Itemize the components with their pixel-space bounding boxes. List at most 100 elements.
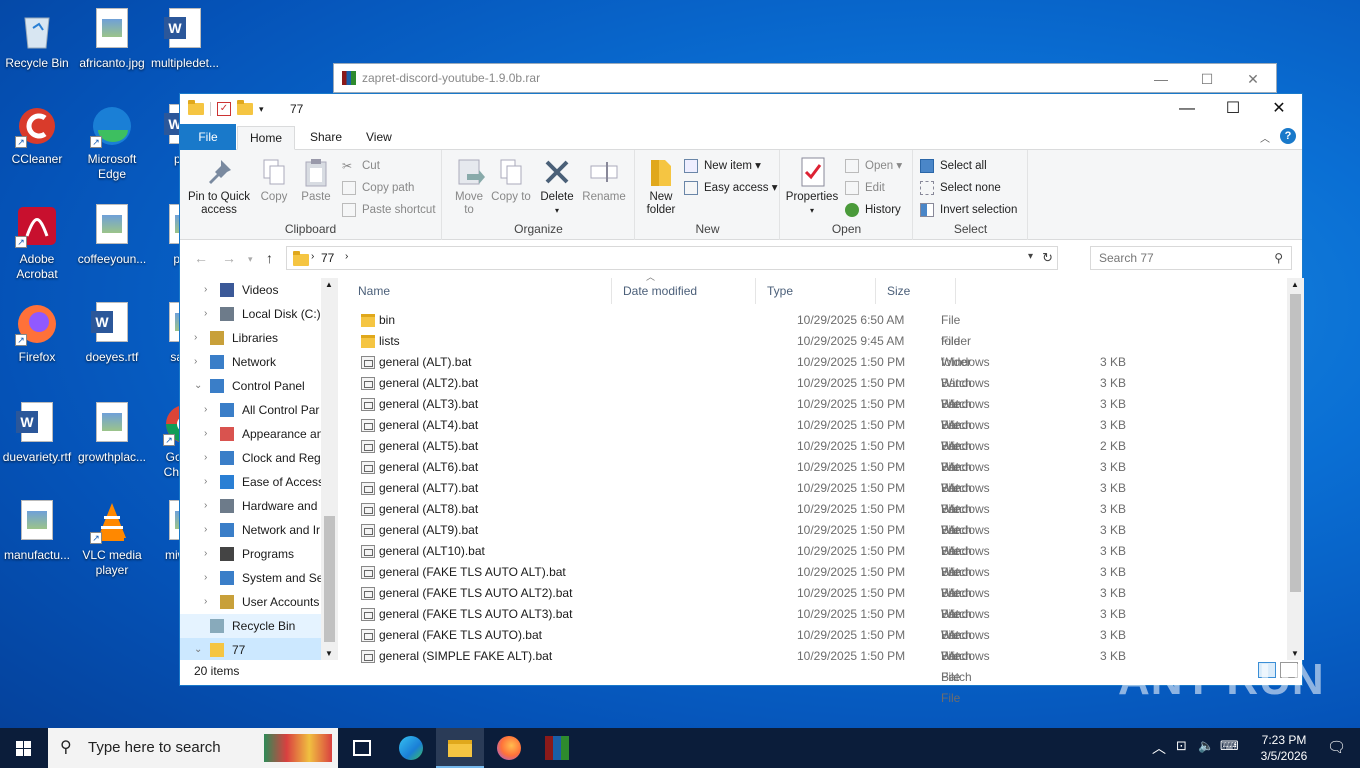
tab-file[interactable]: File — [180, 124, 236, 150]
nav-item[interactable]: › Network and Ir — [180, 518, 338, 542]
chevron-right-icon[interactable]: › — [204, 470, 207, 494]
up-arrow-icon[interactable]: ↑ — [266, 250, 273, 266]
nav-scrollbar[interactable]: ▲ ▼ — [321, 278, 338, 660]
desktop-icon[interactable]: manufactu... — [0, 500, 74, 563]
help-icon[interactable]: ? — [1280, 128, 1296, 144]
chevron-right-icon[interactable]: › — [204, 422, 207, 446]
select-none-button[interactable]: Select none — [920, 178, 1001, 198]
chevron-right-icon[interactable]: › — [204, 518, 207, 542]
file-row[interactable]: general (ALT4).bat 10/29/2025 1:50 PM Wind… — [358, 415, 1126, 474]
show-hidden-icons-icon[interactable]: ︿ — [1152, 738, 1166, 758]
desktop-icon[interactable]: ↗ VLC media player — [75, 500, 149, 578]
network-icon[interactable]: ⊡ — [1176, 738, 1187, 754]
chevron-right-icon[interactable]: › — [204, 278, 207, 302]
paste-shortcut-button[interactable]: Paste shortcut — [342, 200, 436, 220]
nav-item[interactable]: › Programs — [180, 542, 338, 566]
nav-item[interactable]: Recycle Bin — [180, 614, 338, 638]
desktop-icon[interactable]: africanto.jpg — [75, 8, 149, 71]
nav-item[interactable]: › System and Se — [180, 566, 338, 590]
scroll-up-icon[interactable]: ▲ — [325, 280, 333, 289]
pin-quick-access-button[interactable]: Pin to Quick access — [186, 156, 252, 217]
breadcrumb-separator-icon[interactable]: › — [345, 251, 348, 262]
search-input[interactable]: Search 77 ⚲ — [1090, 246, 1292, 270]
task-view-button[interactable] — [338, 728, 386, 768]
chevron-right-icon[interactable]: › — [204, 302, 207, 326]
chevron-right-icon[interactable]: › — [204, 398, 207, 422]
open-button[interactable]: Open ▾ — [845, 156, 902, 176]
history-button[interactable]: History — [845, 200, 901, 220]
scroll-down-icon[interactable]: ▼ — [325, 649, 333, 658]
nav-item[interactable]: › Clock and Regi — [180, 446, 338, 470]
desktop-icon[interactable]: Recycle Bin — [0, 8, 74, 71]
paste-button[interactable]: Paste — [296, 156, 336, 204]
taskbar-firefox[interactable] — [485, 728, 533, 768]
desktop-icon[interactable]: coffeeyoun... — [75, 204, 149, 267]
nav-item[interactable]: › User Accounts — [180, 590, 338, 614]
taskbar-file-explorer[interactable] — [436, 728, 484, 768]
desktop-icon[interactable]: ↗ Microsoft Edge — [75, 104, 149, 182]
customize-toolbar-icon[interactable]: ▾ — [259, 104, 264, 115]
winrar-window[interactable]: zapret-discord-youtube-1.9.0b.rar — ☐ ✕ — [333, 63, 1277, 93]
input-language-icon[interactable]: ⌨ — [1220, 738, 1239, 754]
desktop-icon[interactable]: growthplac... — [75, 402, 149, 465]
properties-icon[interactable]: ✓ — [217, 102, 231, 116]
chevron-down-icon[interactable]: ▾ — [1028, 251, 1033, 262]
notifications-icon[interactable]: 🗨 — [1327, 738, 1346, 756]
desktop-icon[interactable]: doeyes.rtf — [75, 302, 149, 365]
file-row[interactable]: general (ALT8).bat 10/29/2025 1:50 PM Wind… — [358, 499, 1126, 558]
edit-button[interactable]: Edit — [845, 178, 885, 198]
copy-button[interactable]: Copy — [254, 156, 294, 204]
start-button[interactable] — [0, 728, 48, 768]
rename-button[interactable]: Rename — [581, 156, 627, 204]
nav-item[interactable]: › Hardware and — [180, 494, 338, 518]
tab-home[interactable]: Home — [237, 126, 296, 150]
nav-item[interactable]: › Network — [180, 350, 338, 374]
tab-view[interactable]: View — [354, 126, 404, 150]
select-all-button[interactable]: Select all — [920, 156, 987, 176]
file-row[interactable]: general (FAKE TLS AUTO ALT2).bat 10/29/20… — [358, 583, 1126, 642]
nav-item[interactable]: ⌄ 77 — [180, 638, 338, 660]
chevron-right-icon[interactable]: › — [194, 350, 197, 374]
desktop-icon[interactable]: ↗ CCleaner — [0, 104, 74, 167]
nav-scroll-thumb[interactable] — [324, 516, 335, 642]
file-row[interactable]: general (FAKE TLS AUTO).bat 10/29/2025 1:… — [358, 625, 1126, 684]
move-to-button[interactable]: Move to — [449, 156, 489, 217]
maximize-button[interactable]: ☐ — [1184, 64, 1230, 94]
file-row[interactable]: general (ALT9).bat 10/29/2025 1:50 PM Wind… — [358, 520, 1126, 579]
new-item-button[interactable]: New item ▾ — [684, 156, 761, 176]
nav-item[interactable]: › Local Disk (C:) — [180, 302, 338, 326]
chevron-right-icon[interactable]: › — [204, 494, 207, 518]
address-box[interactable]: › 77 › ▾ ↻ — [286, 246, 1058, 270]
breadcrumb[interactable]: 77 — [321, 251, 334, 265]
scroll-up-icon[interactable]: ▲ — [1291, 280, 1299, 289]
chevron-right-icon[interactable]: › — [204, 542, 207, 566]
chevron-down-icon[interactable]: ⌄ — [194, 638, 202, 660]
file-row[interactable]: general (ALT7).bat 10/29/2025 1:50 PM Wind… — [358, 478, 1126, 537]
taskbar-winrar[interactable] — [533, 728, 581, 768]
new-folder-button[interactable]: New folder — [640, 156, 682, 217]
column-date-modified[interactable]: Date modified — [612, 278, 756, 304]
cut-button[interactable]: ✂ Cut — [342, 156, 380, 176]
chevron-down-icon[interactable]: ⌄ — [194, 374, 202, 398]
chevron-right-icon[interactable]: › — [204, 446, 207, 470]
tab-share[interactable]: Share — [298, 126, 354, 150]
close-button[interactable]: ✕ — [1256, 94, 1302, 124]
file-row[interactable]: general (ALT5).bat 10/29/2025 1:50 PM Wind… — [358, 436, 1126, 495]
file-list-scroll-thumb[interactable] — [1290, 294, 1301, 592]
file-row[interactable]: bin 10/29/2025 6:50 AM File folder — [358, 310, 971, 348]
invert-selection-button[interactable]: Invert selection — [920, 200, 1017, 220]
collapse-ribbon-icon[interactable]: ︿ — [1260, 130, 1270, 145]
taskbar-edge[interactable] — [386, 728, 434, 768]
copy-to-button[interactable]: Copy to — [491, 156, 531, 204]
refresh-icon[interactable]: ↻ — [1042, 250, 1053, 266]
volume-icon[interactable]: 🔈 — [1198, 738, 1214, 754]
chevron-right-icon[interactable]: › — [194, 326, 197, 350]
desktop-icon[interactable]: multipledet... — [148, 8, 222, 71]
minimize-button[interactable]: — — [1164, 94, 1210, 124]
recent-locations-icon[interactable]: ▾ — [248, 254, 253, 265]
column-name[interactable]: Name — [347, 278, 612, 304]
copy-path-button[interactable]: Copy path — [342, 178, 414, 198]
easy-access-button[interactable]: Easy access ▾ — [684, 178, 778, 198]
column-type[interactable]: Type — [756, 278, 876, 304]
close-button[interactable]: ✕ — [1230, 64, 1276, 94]
